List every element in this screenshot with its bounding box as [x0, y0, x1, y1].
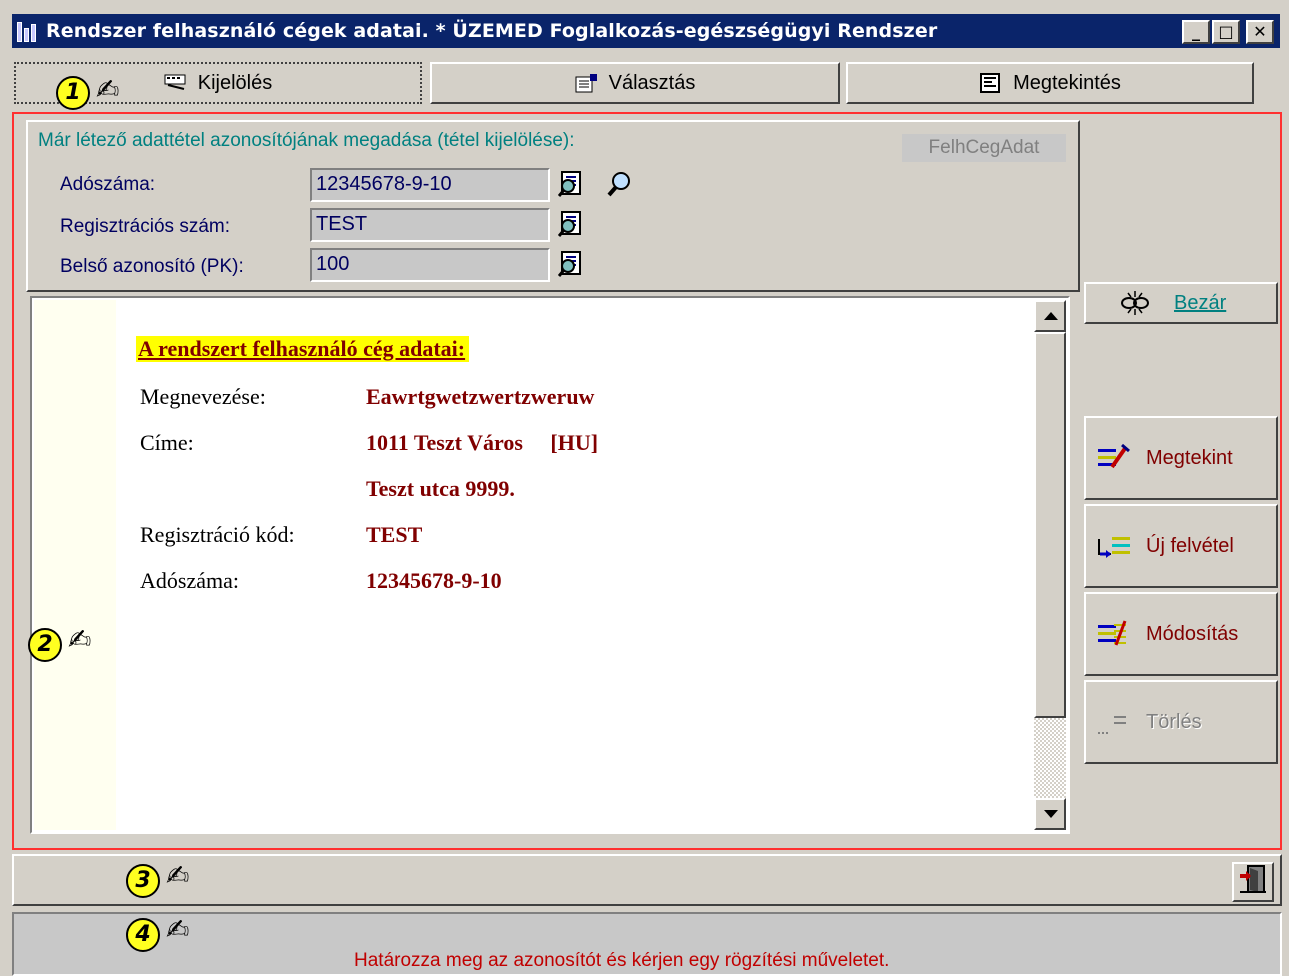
registration-number-label: Regisztrációs szám:	[60, 216, 230, 237]
view-button-label: Megtekint	[1146, 446, 1233, 469]
title-bar: Rendszer felhasználó cégek adatai. * ÜZE…	[12, 14, 1280, 48]
new-record-icon	[1096, 531, 1130, 561]
tab-valasztas[interactable]: Választás	[430, 62, 840, 104]
doc-label-name: Megnevezése:	[140, 384, 266, 409]
new-record-button-label: Új felvétel	[1146, 534, 1234, 557]
tab-valasztas-label: Választás	[608, 71, 696, 94]
doc-label-registration: Regisztráció kód:	[140, 522, 295, 547]
delete-record-icon	[1096, 707, 1130, 737]
exit-door-button[interactable]	[1232, 862, 1274, 902]
marker-3: 3	[126, 864, 160, 898]
doc-value-registration: TEST	[366, 522, 423, 547]
keyboard-icon	[164, 73, 188, 93]
document-view[interactable]: A rendszert felhasználó cég adatai: Megn…	[30, 296, 1070, 834]
window-title: Rendszer felhasználó cégek adatai. * ÜZE…	[46, 20, 938, 42]
minimize-button[interactable]: _	[1182, 20, 1210, 44]
lookup-list-icon[interactable]	[557, 210, 586, 238]
internal-id-field[interactable]: 100	[310, 248, 550, 282]
document-margin	[34, 300, 116, 830]
marker-2: 2	[28, 628, 62, 662]
hand-pointer-icon: ✍	[166, 913, 190, 946]
marker-4: 4	[126, 918, 160, 952]
close-button-label: Bezár	[1174, 291, 1227, 314]
tax-number-label: Adószáma:	[60, 174, 156, 195]
tax-number-field[interactable]: 12345678-9-10	[310, 168, 550, 202]
scroll-down-button[interactable]	[1034, 798, 1066, 830]
hand-pointer-icon: ✍	[96, 73, 120, 106]
registration-number-field[interactable]: TEST	[310, 208, 550, 242]
view-button[interactable]: Megtekint	[1084, 416, 1278, 500]
company-data-document: A rendszert felhasználó cég adatai: Megn…	[136, 336, 598, 593]
view-document-icon	[979, 73, 1003, 93]
select-list-icon	[575, 73, 599, 93]
doc-value-street: Teszt utca 9999.	[366, 476, 515, 501]
vertical-scrollbar[interactable]	[1034, 300, 1066, 830]
document-heading: A rendszert felhasználó cég adatai:	[136, 336, 470, 362]
toolbar-panel	[12, 854, 1282, 906]
chain-icon	[1120, 288, 1150, 318]
modify-button-label: Módosítás	[1146, 622, 1239, 645]
group-heading: Már létező adattétel azonosítójának mega…	[38, 130, 575, 151]
marker-1: 1	[56, 76, 90, 110]
doc-value-tax: 12345678-9-10	[366, 568, 502, 593]
tab-megtekintes[interactable]: Megtekintés	[846, 62, 1254, 104]
scroll-thumb[interactable]	[1034, 332, 1066, 718]
close-button[interactable]: Bezár	[1084, 282, 1278, 324]
delete-button[interactable]: Törlés	[1084, 680, 1278, 764]
close-window-button[interactable]: ✕	[1246, 20, 1274, 44]
view-record-icon	[1096, 443, 1130, 473]
exit-door-icon	[1238, 864, 1268, 900]
status-message: Határozza meg az azonosítót és kérjen eg…	[354, 950, 890, 971]
doc-label-address: Címe:	[140, 430, 194, 455]
hand-pointer-icon: ✍	[166, 859, 190, 892]
tab-megtekintes-label: Megtekintés	[1013, 71, 1121, 94]
hand-pointer-icon: ✍	[68, 623, 92, 656]
status-bar: Határozza meg az azonosítót és kérjen eg…	[12, 912, 1282, 976]
lookup-list-icon[interactable]	[557, 170, 586, 198]
search-icon[interactable]	[606, 170, 634, 198]
new-record-button[interactable]: Új felvétel	[1084, 504, 1278, 588]
lookup-list-icon[interactable]	[557, 250, 586, 278]
internal-id-label: Belső azonosító (PK):	[60, 256, 244, 277]
tab-kijeloles-label: Kijelölés	[197, 71, 273, 94]
maximize-button[interactable]: □	[1212, 20, 1240, 44]
application-icon	[16, 19, 40, 43]
doc-value-name: Eawrtgwetzwertzweruw	[366, 384, 595, 409]
delete-button-label: Törlés	[1146, 710, 1202, 733]
modify-button[interactable]: Módosítás	[1084, 592, 1278, 676]
doc-label-tax: Adószáma:	[140, 568, 239, 593]
doc-value-address: 1011 Teszt Város [HU]	[366, 430, 599, 455]
modify-record-icon	[1096, 619, 1130, 649]
scroll-up-button[interactable]	[1034, 300, 1066, 332]
table-name-label: FelhCegAdat	[902, 134, 1066, 162]
